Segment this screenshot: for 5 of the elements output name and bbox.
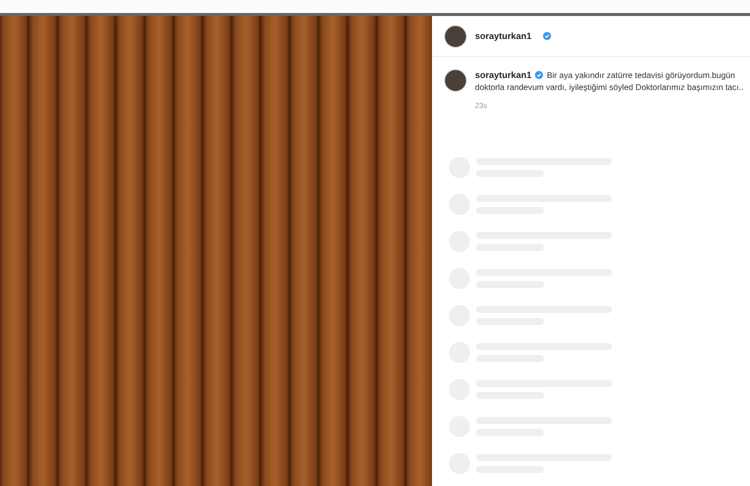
username-link[interactable]: sorayturkan1 — [475, 31, 532, 41]
avatar[interactable] — [444, 24, 467, 48]
username-link[interactable]: sorayturkan1 — [475, 70, 532, 80]
caption-text: sorayturkan1 Bir aya yakındır zatürre tedavisi görüyordum.bugün doktorla randevum vardı, iyileştiğimi söyled Doktorlarımız başımızın tacı.. — [475, 69, 744, 93]
avatar[interactable] — [444, 69, 467, 92]
